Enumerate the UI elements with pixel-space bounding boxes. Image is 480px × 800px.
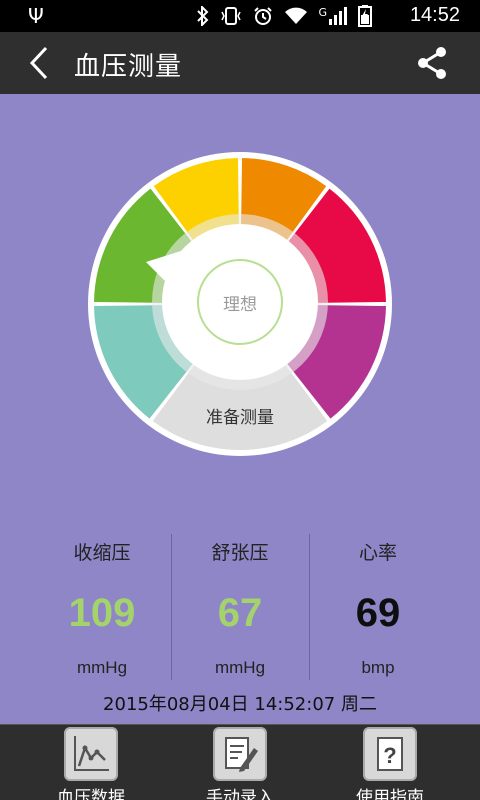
- heart-rate-unit: bmp: [361, 658, 395, 677]
- nav-bp-data-label: 血压数据: [57, 788, 125, 800]
- page-title: 血压测量: [74, 52, 183, 82]
- heart-rate-label: 心率: [358, 542, 397, 564]
- network-type-label: G: [318, 5, 327, 19]
- nav-user-guide[interactable]: ? 使用指南: [325, 727, 455, 800]
- app-bar: 血压测量: [0, 32, 480, 94]
- diastolic-unit: mmHg: [214, 658, 266, 677]
- diastolic-value: 67: [217, 591, 263, 635]
- nav-bp-data[interactable]: 血压数据: [26, 727, 156, 800]
- edit-icon: [213, 727, 267, 781]
- diastolic-label: 舒张压: [211, 542, 269, 564]
- gauge-center-label: 理想: [223, 295, 257, 315]
- nav-manual-entry-label: 手动录入: [206, 788, 274, 800]
- systolic-value: 109: [68, 591, 136, 635]
- systolic-label: 收缩压: [73, 542, 131, 564]
- systolic-unit: mmHg: [76, 658, 128, 677]
- vibrate-icon: [221, 7, 242, 25]
- share-icon[interactable]: [416, 46, 448, 80]
- svg-text:?: ?: [383, 743, 396, 768]
- chevron-left-icon[interactable]: [28, 46, 50, 80]
- nav-user-guide-label: 使用指南: [356, 788, 424, 800]
- heart-rate-reading: 心率 69 bmp: [310, 530, 446, 678]
- status-icons: G: [196, 5, 372, 27]
- help-icon: ?: [363, 727, 417, 781]
- measure-status-label[interactable]: 准备测量: [206, 408, 274, 428]
- alarm-icon: [254, 7, 273, 25]
- nav-manual-entry[interactable]: 手动录入: [175, 727, 305, 800]
- diastolic-reading: 舒张压 67 mmHg: [172, 530, 308, 678]
- bluetooth-icon: [197, 6, 209, 26]
- measurement-timestamp: 2015年08月04日 14:52:07 周二: [103, 694, 377, 715]
- chart-icon: [64, 727, 118, 781]
- blood-pressure-gauge: 理想 准备测量: [88, 152, 392, 456]
- bottom-nav: 血压数据 手动录入 ? 使用指南: [0, 724, 480, 800]
- heart-rate-value: 69: [355, 591, 401, 635]
- systolic-reading: 收缩压 109 mmHg: [34, 530, 170, 678]
- usb-icon: Ψ: [28, 4, 44, 28]
- status-bar: Ψ G 14:52: [0, 0, 480, 32]
- battery-icon: [358, 5, 372, 27]
- wifi-icon: [285, 7, 308, 24]
- status-time: 14:52: [409, 4, 460, 26]
- readings-panel: 收缩压 109 mmHg 舒张压 67 mmHg 心率 69 bmp: [0, 530, 480, 680]
- signal-icon: [329, 7, 347, 25]
